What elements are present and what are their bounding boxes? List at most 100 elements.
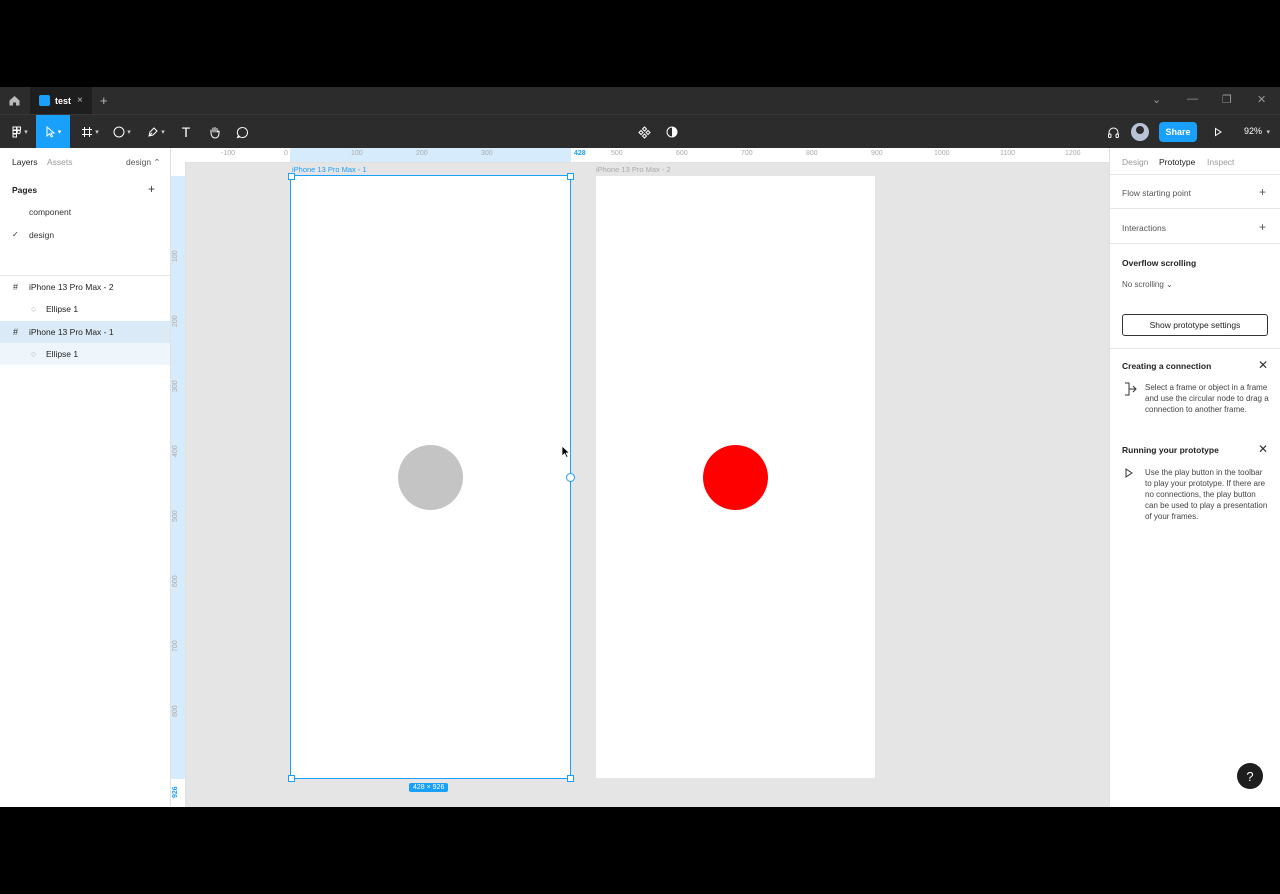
close-tab-icon[interactable]: × [77,95,83,106]
comment-tool-button[interactable] [232,115,252,149]
show-prototype-settings-button[interactable]: Show prototype settings [1122,314,1268,336]
frame-icon [82,127,93,137]
hand-tool-button[interactable] [204,115,224,149]
ellipse-icon [113,126,125,138]
tab-inspect[interactable]: Inspect [1207,157,1234,167]
resize-handle[interactable] [288,775,295,782]
hand-icon [210,126,219,139]
chevron-down-icon[interactable]: ⌄ [1152,93,1161,106]
tab-layers[interactable]: Layers [12,157,38,167]
overflow-scrolling-select[interactable]: No scrolling ⌄ [1122,280,1173,289]
frame-tool-button[interactable]: ▾ [76,115,104,149]
layer-row-selected[interactable]: # iPhone 13 Pro Max - 1 [0,321,170,343]
text-tool-button[interactable]: T [176,115,196,149]
ruler-tick: 600 [172,575,179,587]
restore-button[interactable]: ❐ [1222,93,1232,106]
left-panel-tabs: Layers Assets design ⌃ [0,148,170,174]
add-flow-button[interactable]: + [1259,185,1266,199]
present-button[interactable] [1208,115,1228,149]
ruler-tick: 400 [172,445,179,457]
close-icon[interactable]: ✕ [1258,358,1268,372]
ruler-selection-highlight [290,148,571,162]
tip-body: Select a frame or object in a frame and … [1145,383,1269,414]
figma-app: test × + ⌄ — ❐ ✕ ▾ ▾ ▾ ▾ ▾ T Share 92% ▾… [0,87,1280,807]
frame-iphone-2[interactable] [596,176,875,778]
ruler-tick: 200 [172,315,179,327]
page-item-design[interactable]: design [29,230,54,240]
horizontal-ruler: -100 0 100 200 300 428 500 600 700 800 9… [171,148,1109,163]
comment-icon [236,126,248,138]
ruler-tick: 0 [284,150,288,157]
tip-title: Creating a connection [1122,361,1212,371]
move-tool-button[interactable]: ▾ [36,115,70,149]
pen-icon [148,127,158,137]
shape-tool-button[interactable]: ▾ [108,115,136,149]
add-interaction-button[interactable]: + [1259,220,1266,234]
check-icon: ✓ [12,230,19,239]
left-panel: Layers Assets design ⌃ Pages + component… [0,148,171,807]
toolbar: ▾ ▾ ▾ ▾ ▾ T Share 92% ▾ [0,114,1280,149]
layer-row[interactable]: ○ Ellipse 1 [0,298,170,320]
user-avatar[interactable] [1131,123,1149,141]
overflow-scrolling-title: Overflow scrolling [1122,258,1197,268]
audio-button[interactable] [1103,115,1123,149]
ellipse-gray[interactable] [398,445,463,510]
ellipse-red[interactable] [703,445,768,510]
tab-prototype[interactable]: Prototype [1159,157,1195,167]
zoom-level[interactable]: 92% ▾ [1244,126,1270,136]
ruler-tick: 900 [871,150,883,157]
minimize-button[interactable]: — [1187,93,1198,105]
contrast-icon [666,126,678,138]
add-page-button[interactable]: + [148,182,155,196]
ruler-tick: -100 [221,150,236,157]
close-icon[interactable]: ✕ [1258,442,1268,456]
frame-label[interactable]: iPhone 13 Pro Max - 2 [596,165,671,174]
connection-node[interactable] [566,473,575,482]
frame-iphone-1[interactable] [290,175,571,779]
pen-tool-button[interactable]: ▾ [142,115,170,149]
layer-row[interactable]: ○ Ellipse 1 [0,343,170,365]
main-menu-button[interactable]: ▾ [6,115,34,149]
frame-label[interactable]: iPhone 13 Pro Max - 1 [292,165,367,174]
interactions-label: Interactions [1122,223,1166,233]
ruler-tick: 300 [172,380,179,392]
share-button[interactable]: Share [1159,122,1197,142]
canvas[interactable]: iPhone 13 Pro Max - 1 428 × 926 iPhone 1… [186,163,1109,807]
resize-handle[interactable] [567,775,574,782]
ruler-tick: 500 [172,510,179,522]
page-selector[interactable]: design ⌃ [126,157,161,168]
close-window-button[interactable]: ✕ [1257,93,1266,106]
divider [1110,208,1280,209]
page-item-component[interactable]: component [29,207,71,217]
ruler-tick: 300 [481,150,493,157]
resize-handle[interactable] [288,173,295,180]
frame-icon: # [13,327,19,337]
component-icon [637,125,651,139]
mask-contrast-button[interactable] [662,115,682,149]
flow-starting-point-label: Flow starting point [1122,188,1191,198]
resize-handle[interactable] [567,173,574,180]
new-tab-button[interactable]: + [100,93,108,108]
ruler-tick: 700 [172,640,179,652]
file-tab-name: test [55,96,72,106]
home-icon[interactable] [8,94,21,107]
component-button[interactable] [634,115,654,149]
ruler-tick: 1100 [1000,150,1016,157]
ruler-tick: 200 [416,150,428,157]
file-tab[interactable]: test × [30,87,92,114]
ruler-tick: 800 [172,705,179,717]
dimension-badge: 428 × 926 [409,783,449,792]
ruler-tick: 1000 [934,150,950,157]
ruler-tick: 926 [172,786,179,798]
mouse-cursor-icon [561,445,571,459]
help-button[interactable]: ? [1237,763,1263,789]
layer-row[interactable]: # iPhone 13 Pro Max - 2 [0,276,170,298]
ruler-tick: 1200 [1065,150,1081,157]
vertical-ruler: 100 200 300 400 500 600 700 800 926 [171,162,186,807]
tab-assets[interactable]: Assets [47,157,73,167]
ruler-tick: 700 [741,150,753,157]
divider [1110,174,1280,175]
tab-design[interactable]: Design [1122,157,1148,167]
ruler-tick: 600 [676,150,688,157]
layer-name: iPhone 13 Pro Max - 2 [29,282,114,292]
